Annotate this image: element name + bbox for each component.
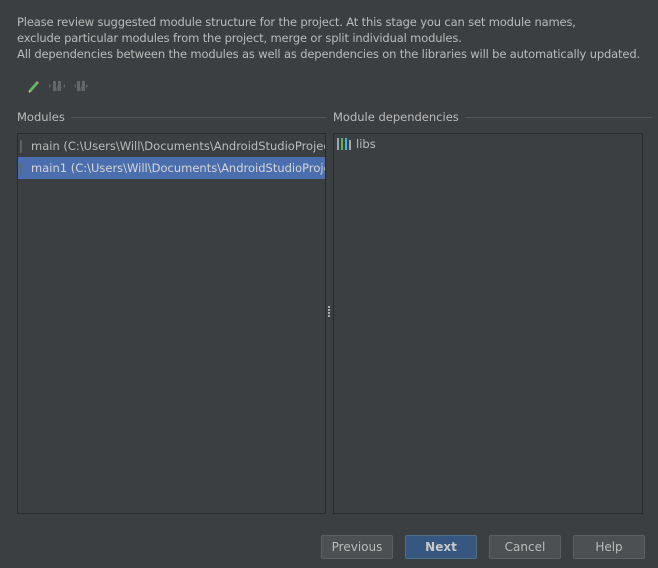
module-checkbox[interactable] bbox=[20, 139, 22, 153]
dependencies-section-header: Module dependencies bbox=[333, 110, 652, 124]
merge-button[interactable] bbox=[48, 78, 66, 94]
module-label: main1 (C:\Users\Will\Documents\AndroidSt… bbox=[31, 161, 326, 175]
next-button[interactable]: Next bbox=[405, 535, 477, 559]
merge-icon bbox=[49, 81, 65, 91]
description-text: Please review suggested module structure… bbox=[17, 14, 640, 62]
divider bbox=[464, 117, 652, 118]
help-button[interactable]: Help bbox=[573, 535, 645, 559]
module-checkbox[interactable] bbox=[20, 161, 22, 175]
split-icon bbox=[74, 81, 88, 91]
rename-button[interactable] bbox=[24, 78, 42, 94]
split-button[interactable] bbox=[72, 78, 90, 94]
module-row-main1[interactable]: main1 (C:\Users\Will\Documents\AndroidSt… bbox=[18, 157, 325, 179]
dependencies-title: Module dependencies bbox=[333, 110, 459, 124]
description-line: Please review suggested module structure… bbox=[17, 15, 576, 29]
description-line: All dependencies between the modules as … bbox=[17, 47, 640, 61]
previous-button[interactable]: Previous bbox=[321, 535, 393, 559]
dependency-row[interactable]: libs bbox=[334, 134, 642, 154]
module-row-main[interactable]: main (C:\Users\Will\Documents\AndroidStu… bbox=[18, 135, 325, 157]
pencil-icon bbox=[28, 81, 39, 93]
module-toolbar bbox=[24, 78, 90, 94]
modules-section-header: Modules bbox=[17, 110, 326, 124]
description-line: exclude particular modules from the proj… bbox=[17, 31, 462, 45]
splitter-handle[interactable] bbox=[327, 305, 331, 319]
cancel-button[interactable]: Cancel bbox=[489, 535, 561, 559]
module-label: main (C:\Users\Will\Documents\AndroidStu… bbox=[31, 139, 326, 153]
divider bbox=[70, 117, 326, 118]
modules-list[interactable]: main (C:\Users\Will\Documents\AndroidStu… bbox=[17, 133, 326, 514]
library-icon bbox=[337, 138, 351, 150]
modules-title: Modules bbox=[17, 110, 65, 124]
dependencies-list[interactable]: libs bbox=[333, 133, 643, 514]
dependency-label: libs bbox=[356, 137, 376, 151]
